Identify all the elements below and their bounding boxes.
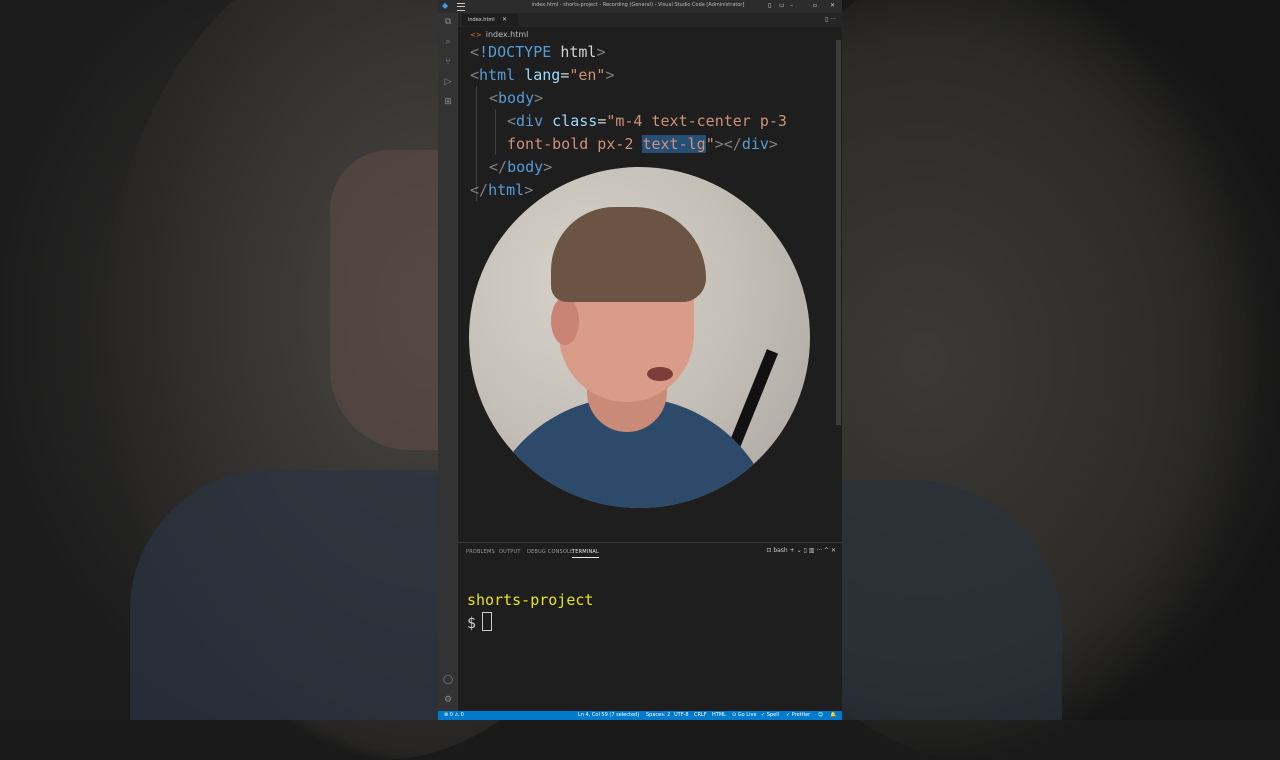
code-line-1: <!DOCTYPE html> [470, 43, 606, 61]
editor-scrollbar[interactable] [836, 40, 841, 425]
maximize-panel-icon[interactable]: ^ [824, 547, 829, 554]
indentation-status[interactable]: Spaces: 2 [646, 712, 670, 719]
kill-terminal-icon[interactable]: ▥ [809, 547, 815, 554]
manage-gear-icon[interactable]: ⚙ [443, 695, 453, 705]
extensions-icon[interactable]: ⊞ [443, 97, 453, 107]
selected-text: text-lg [642, 135, 706, 153]
tab-label: index.html [468, 17, 495, 23]
tab-debug-console[interactable]: DEBUG CONSOLE [527, 549, 573, 555]
search-icon[interactable]: ⌕ [443, 37, 453, 47]
terminal-actions: ⊡ bash + ⌄ ▯ ▥ ··· ^ ✕ [766, 547, 836, 554]
source-control-icon[interactable]: ⑂ [443, 57, 453, 67]
background-blur-face [330, 150, 438, 450]
explorer-icon[interactable]: ⧉ [443, 17, 453, 27]
close-panel-icon[interactable]: ✕ [831, 547, 836, 554]
person-mouth [647, 367, 673, 381]
new-terminal-icon[interactable]: + [790, 547, 795, 554]
toggle-sidebar-icon[interactable]: ▯ [768, 2, 771, 10]
terminal-shell-selector[interactable]: ⊡ bash [766, 547, 787, 554]
terminal-cursor [482, 612, 493, 631]
minimize-button[interactable]: – [790, 2, 793, 10]
feedback-icon[interactable]: ☺ [818, 712, 823, 719]
toggle-panel-icon[interactable]: ▭ [779, 2, 785, 10]
tab-close-icon[interactable]: ✕ [502, 14, 507, 26]
breadcrumb-file: index.html [485, 30, 529, 39]
html-file-icon: <> [470, 31, 482, 39]
code-line-2: <html lang="en"> [470, 66, 615, 84]
window-title: index.html - shorts-project - Recording … [531, 2, 745, 8]
breadcrumb[interactable]: <> index.html [470, 30, 528, 39]
terminal-cwd: shorts-project [467, 591, 594, 609]
webcam-overlay [469, 167, 810, 508]
person-hair [551, 207, 706, 302]
close-button[interactable]: ✕ [830, 2, 835, 10]
prettier-status[interactable]: ✓ Prettier [786, 712, 810, 719]
tab-problems[interactable]: PROBLEMS [466, 549, 495, 555]
account-icon[interactable]: ◯ [443, 675, 453, 685]
vscode-logo-icon: ◆ [442, 1, 449, 10]
code-line-4: <div class="m-4 text-center p-3 [507, 112, 787, 130]
code-line-6: </body> [489, 158, 553, 176]
notifications-icon[interactable]: 🔔 [830, 712, 836, 719]
person-ear [551, 297, 579, 345]
tab-index-html[interactable]: index.html ✕ [462, 14, 518, 26]
code-line-3: <body> [489, 89, 544, 107]
run-debug-icon[interactable]: ▷ [443, 77, 453, 87]
more-actions-icon[interactable]: ··· [816, 547, 822, 554]
editor-actions[interactable]: ▯ ··· [825, 16, 836, 23]
split-terminal-icon[interactable]: ▯ [804, 547, 807, 554]
code-line-7: </html> [470, 181, 534, 199]
tab-output[interactable]: OUTPUT [499, 549, 521, 555]
go-live-button[interactable]: ⊙ Go Live [732, 712, 757, 719]
status-bar: ⊗ 0 ⚠ 0 Ln 4, Col 59 (7 selected) Spaces… [438, 711, 842, 720]
menu-icon[interactable] [457, 3, 465, 11]
terminal-prompt[interactable]: $ [467, 612, 493, 632]
tab-terminal[interactable]: TERMINAL [572, 549, 600, 558]
bottom-panel: PROBLEMS OUTPUT DEBUG CONSOLE TERMINAL ⊡… [458, 542, 842, 712]
problems-status[interactable]: ⊗ 0 ⚠ 0 [444, 712, 464, 719]
spell-status[interactable]: ✓ Spell [761, 712, 779, 719]
cursor-position[interactable]: Ln 4, Col 59 (7 selected) [578, 712, 639, 719]
language-status[interactable]: HTML [712, 712, 726, 719]
activity-bar: ⧉ ⌕ ⑂ ▷ ⊞ ◯ ⚙ [438, 13, 458, 711]
indent-guide [495, 109, 496, 155]
editor-tab-bar: index.html ✕ ▯ ··· [458, 13, 842, 27]
vscode-window: ◆ index.html - shorts-project - Recordin… [438, 0, 842, 720]
background-blur-shirt [130, 470, 438, 720]
title-bar: ◆ index.html - shorts-project - Recordin… [438, 0, 842, 13]
encoding-status[interactable]: UTF-8 [674, 712, 689, 719]
code-line-5: font-bold px-2 text-lg"></div> [507, 135, 778, 153]
eol-status[interactable]: CRLF [694, 712, 707, 719]
maximize-button[interactable]: ▫ [813, 2, 817, 10]
